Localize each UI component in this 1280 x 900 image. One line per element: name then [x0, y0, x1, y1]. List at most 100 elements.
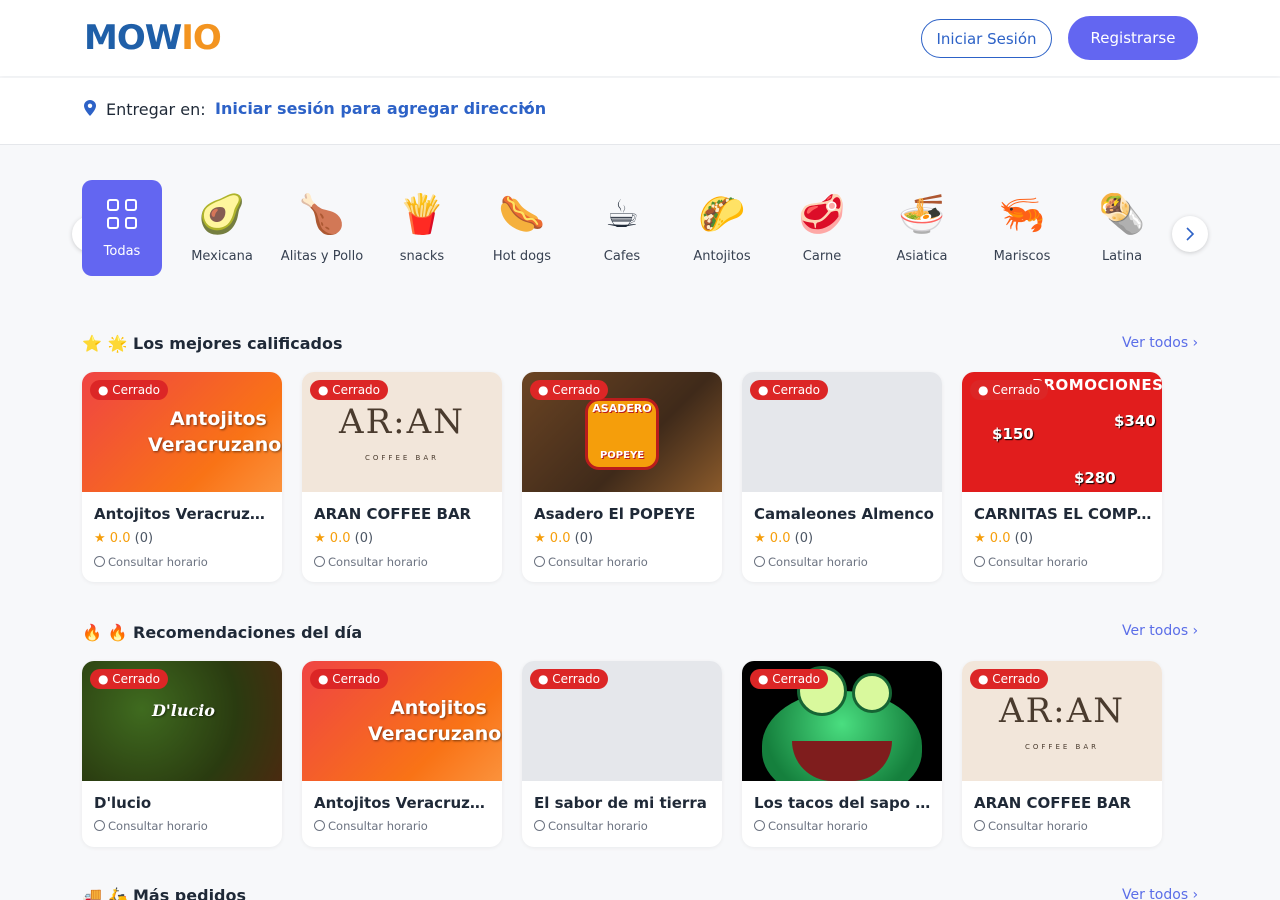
clock-icon	[314, 820, 325, 831]
restaurant-image: ● Cerrado	[522, 661, 722, 781]
category-label: Latina	[1101, 249, 1143, 264]
logo-text-blue: MOW	[84, 18, 182, 58]
delivery-address-link[interactable]: Iniciar sesión para agregar dirección	[215, 99, 546, 118]
art-text: Antojitos	[170, 408, 267, 430]
promo-title-text: PROMOCIONES	[1032, 376, 1162, 394]
login-button[interactable]: Iniciar Sesión	[921, 19, 1052, 58]
chevron-down-icon[interactable]	[520, 103, 532, 113]
restaurant-image: PROMOCIONES $150 $340 $280 ● Cerrado	[962, 372, 1162, 492]
art-text: Veracruzanos	[148, 434, 282, 456]
hours-text: Consultar horario	[988, 555, 1088, 569]
restaurant-image: ● Cerrado	[742, 661, 942, 781]
restaurant-card[interactable]: ● Cerrado El sabor de mi tierra Consultar …	[522, 661, 722, 847]
see-all-most-ordered-link[interactable]: Ver todos ›	[1122, 887, 1198, 900]
restaurant-name: D'lucio	[94, 794, 152, 812]
see-all-recommendations-link[interactable]: Ver todos ›	[1122, 623, 1198, 639]
header: MOWIO Iniciar Sesión Registrarse	[0, 0, 1280, 76]
aran-logo-text: AR:AN	[999, 691, 1125, 731]
restaurant-name: ARAN COFFEE BAR	[974, 794, 1132, 812]
section-title-recommendations: 🔥 🔥 Recomendaciones del día	[82, 623, 362, 642]
rating-score: 0.0	[329, 531, 351, 546]
star-icon: ★	[94, 531, 106, 546]
frog-eye	[852, 673, 892, 713]
restaurant-card[interactable]: ASADERO POPEYE ● Cerrado Asadero El POPEYE ★…	[522, 372, 722, 582]
hours-info: Consultar horario	[94, 819, 208, 833]
delivery-label: Entregar en:	[106, 100, 206, 119]
restaurant-card[interactable]: ● Cerrado Camaleones Almenco ★ 0.0 (0) Cons…	[742, 372, 942, 582]
restaurant-card[interactable]: Antojitos Veracruzanos ● Cerrado Antojitos …	[302, 661, 502, 847]
hours-info: Consultar horario	[94, 555, 208, 569]
categories-next-button[interactable]	[1172, 216, 1208, 252]
closed-badge: ● Cerrado	[970, 380, 1049, 400]
art-text: Veracruzanos	[368, 723, 502, 745]
fire-icon: 🔥	[82, 623, 102, 642]
star-icon: ★	[314, 531, 326, 546]
restaurant-card[interactable]: PROMOCIONES $150 $340 $280 ● Cerrado CARNITAS…	[962, 372, 1162, 582]
truck-icon: 🚚	[82, 886, 102, 900]
hours-info: Consultar horario	[754, 555, 868, 569]
category-latina[interactable]: 🌯 Latina	[1082, 180, 1162, 276]
restaurant-card[interactable]: ● Cerrado Los tacos del sapo las palmas Co…	[742, 661, 942, 847]
restaurant-card[interactable]: AR:AN COFFEE BAR ● Cerrado ARAN COFFEE BAR C…	[962, 661, 1162, 847]
clock-icon	[754, 556, 765, 567]
closed-badge: ● Cerrado	[750, 380, 829, 400]
hours-text: Consultar horario	[988, 819, 1088, 833]
hours-text: Consultar horario	[328, 555, 428, 569]
category-carne[interactable]: 🥩 Carne	[782, 180, 862, 276]
hours-text: Consultar horario	[108, 819, 208, 833]
category-label: Hot dogs	[492, 249, 552, 264]
art-text: Antojitos	[390, 697, 487, 719]
hours-text: Consultar horario	[328, 819, 428, 833]
restaurant-image: AR:AN COFFEE BAR ● Cerrado	[302, 372, 502, 492]
promo-price: $340	[1114, 412, 1156, 430]
delivery-bar: Entregar en: Iniciar sesión para agregar…	[0, 78, 1280, 145]
see-all-top-rated-link[interactable]: Ver todos ›	[1122, 335, 1198, 351]
rating-score: 0.0	[549, 531, 571, 546]
clock-icon	[94, 820, 105, 831]
hours-info: Consultar horario	[534, 819, 648, 833]
hours-text: Consultar horario	[548, 819, 648, 833]
rating-score: 0.0	[989, 531, 1011, 546]
category-mariscos[interactable]: 🦐 Mariscos	[982, 180, 1062, 276]
category-label: Asiatica	[896, 249, 948, 264]
category-mexicana[interactable]: 🥑 Mexicana	[182, 180, 262, 276]
restaurant-card[interactable]: D'lucio ● Cerrado D'lucio Consultar horario	[82, 661, 282, 847]
category-todas[interactable]: Todas	[82, 180, 162, 276]
section-title-most-ordered: 🚚 🛵 Más pedidos	[82, 886, 246, 900]
hours-text: Consultar horario	[768, 819, 868, 833]
category-icon: 🍜	[898, 192, 946, 236]
star-icon: ★	[534, 531, 546, 546]
mowio-logo[interactable]: MOWIO	[84, 18, 222, 58]
category-label: Todas	[103, 244, 141, 259]
category-hot-dogs[interactable]: 🌭 Hot dogs	[482, 180, 562, 276]
closed-badge: ● Cerrado	[530, 669, 609, 689]
clock-icon	[534, 820, 545, 831]
closed-badge: ● Cerrado	[90, 669, 169, 689]
restaurant-card[interactable]: Antojitos Veracruzanos ● Cerrado Antojitos …	[82, 372, 282, 582]
category-icon: 🍟	[398, 192, 446, 236]
rating: ★ 0.0 (0)	[314, 531, 373, 546]
category-alitas-y-pollo[interactable]: 🍗 Alitas y Pollo	[280, 180, 364, 276]
category-icon: ☕	[604, 192, 640, 236]
clock-icon	[974, 556, 985, 567]
hours-text: Consultar horario	[548, 555, 648, 569]
restaurant-image: AR:AN COFFEE BAR ● Cerrado	[962, 661, 1162, 781]
category-cafes[interactable]: ☕ Cafes	[582, 180, 662, 276]
restaurant-name: Asadero El POPEYE	[534, 505, 696, 523]
rating: ★ 0.0 (0)	[754, 531, 813, 546]
chevron-right-icon	[1186, 227, 1195, 241]
location-pin-icon	[84, 100, 96, 116]
hours-info: Consultar horario	[534, 555, 648, 569]
category-snacks[interactable]: 🍟 snacks	[382, 180, 462, 276]
restaurant-name: Camaleones Almenco	[754, 505, 934, 523]
section-title-text: 🛵 Más pedidos	[107, 886, 247, 900]
register-button[interactable]: Registrarse	[1068, 16, 1198, 60]
star-icon: ★	[754, 531, 766, 546]
section-title-text: 🌟 Los mejores calificados	[107, 334, 343, 353]
category-label: Alitas y Pollo	[280, 249, 364, 264]
restaurant-card[interactable]: AR:AN COFFEE BAR ● Cerrado ARAN COFFEE BAR ★…	[302, 372, 502, 582]
category-asiatica[interactable]: 🍜 Asiatica	[882, 180, 962, 276]
section-title-text: 🔥 Recomendaciones del día	[107, 623, 363, 642]
promo-price: $150	[992, 425, 1034, 443]
category-antojitos[interactable]: 🌮 Antojitos	[682, 180, 762, 276]
